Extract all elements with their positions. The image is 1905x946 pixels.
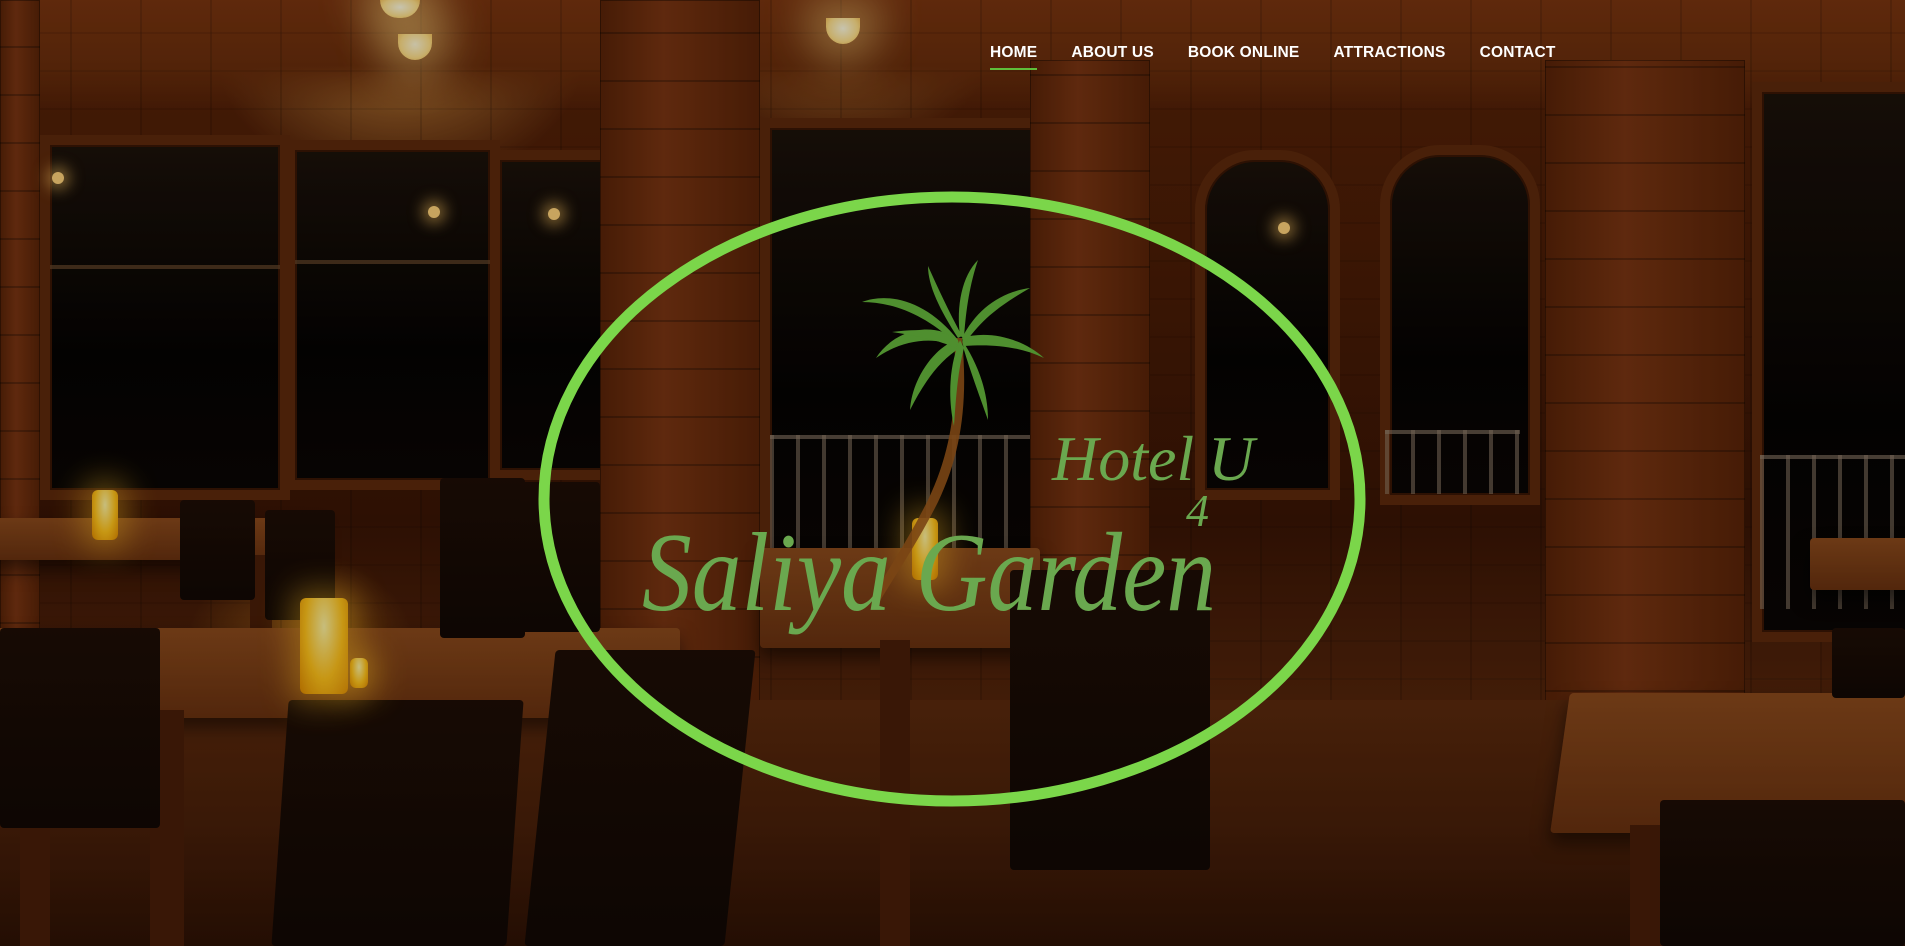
logo-hotel-text: Hotel bbox=[1051, 423, 1194, 494]
main-navigation: HOME ABOUT US BOOK ONLINE ATTRACTIONS CO… bbox=[990, 44, 1556, 70]
nav-book-online-link[interactable]: BOOK ONLINE bbox=[1188, 44, 1300, 70]
nav-attractions-link[interactable]: ATTRACTIONS bbox=[1333, 44, 1445, 70]
hero-background: HOME ABOUT US BOOK ONLINE ATTRACTIONS CO… bbox=[0, 0, 1905, 946]
logo-ellipse bbox=[538, 191, 1366, 807]
nav-contact-link[interactable]: CONTACT bbox=[1480, 44, 1556, 70]
nav-home-link[interactable]: HOME bbox=[990, 44, 1038, 70]
logo-u-text: U bbox=[1208, 423, 1258, 494]
palm-tree-icon bbox=[862, 260, 1044, 426]
nav-about-us-link[interactable]: ABOUT US bbox=[1071, 44, 1154, 70]
logo-hotel-name: Saliya Garden bbox=[642, 511, 1216, 635]
hotel-logo: Hotel 4 U Saliya Garden bbox=[538, 191, 1366, 807]
